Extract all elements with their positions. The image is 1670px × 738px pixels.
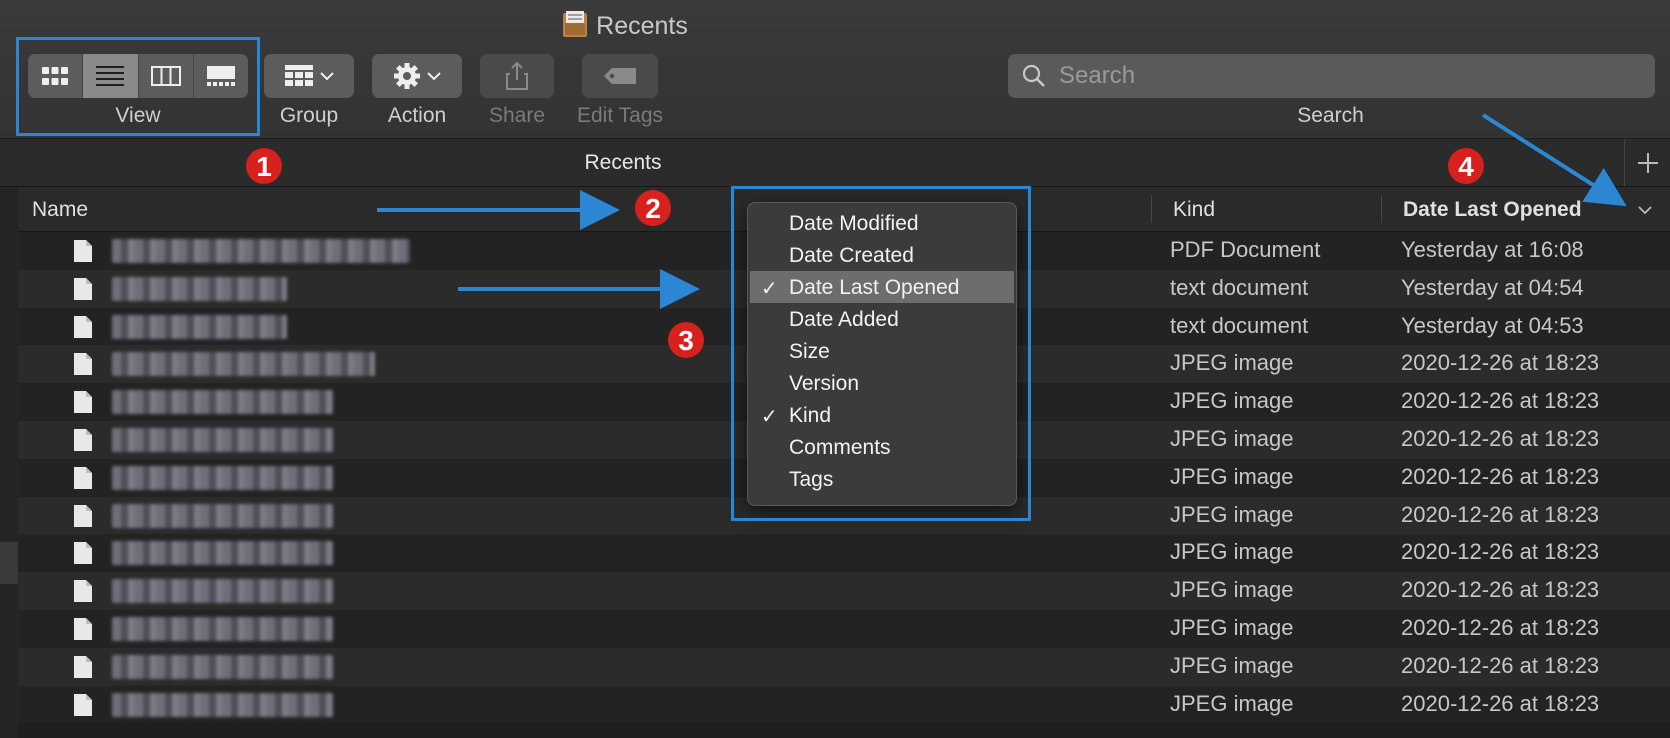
annotation-arrows <box>377 113 1627 309</box>
annotation-arrow-4 <box>1481 113 1627 207</box>
